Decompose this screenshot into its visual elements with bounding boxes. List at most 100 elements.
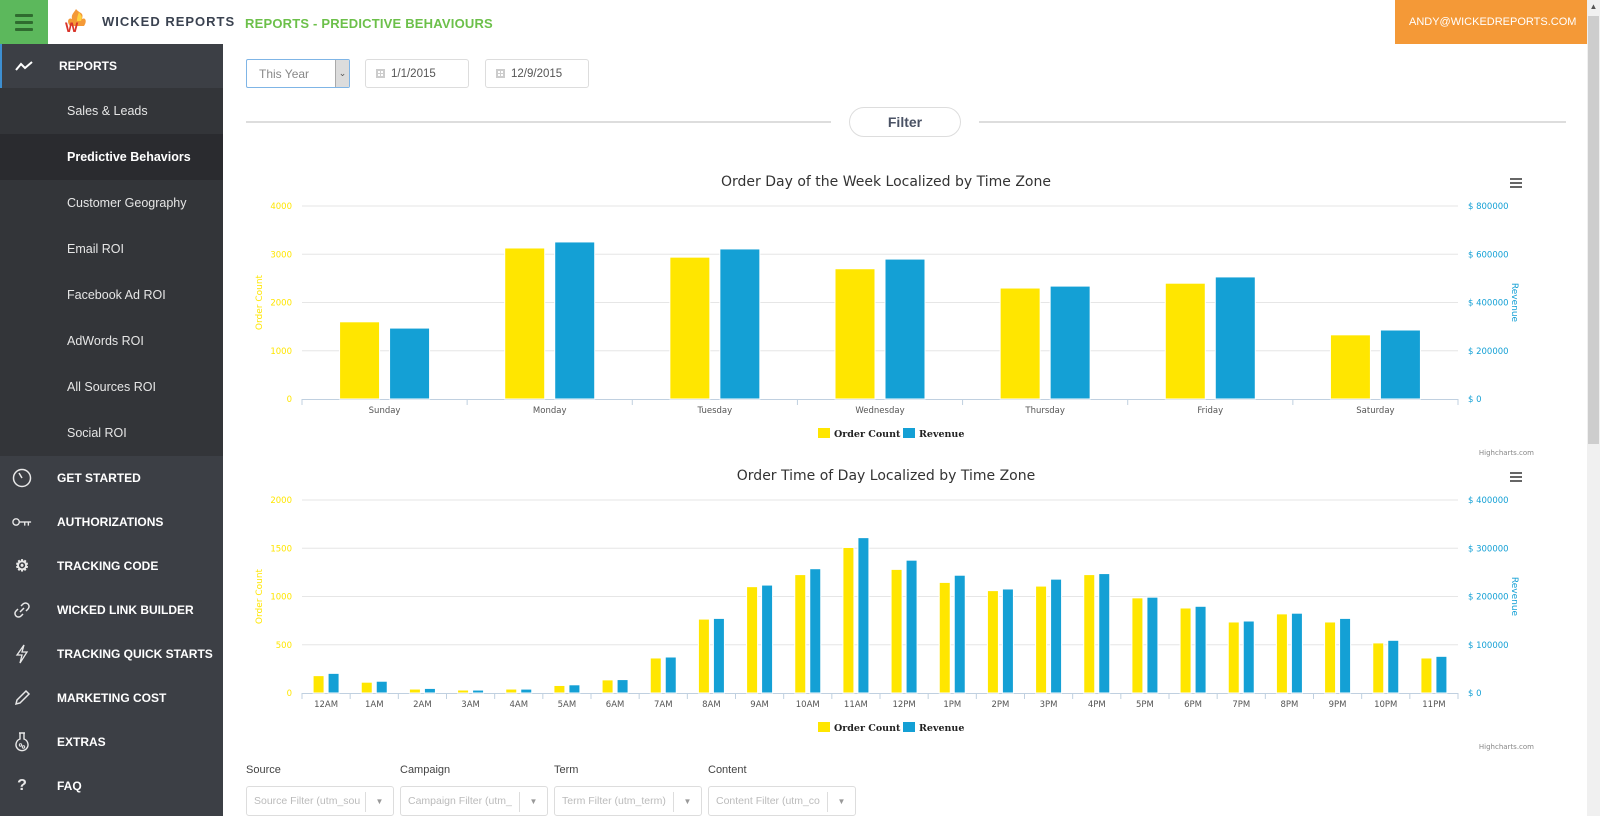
bar-order-count xyxy=(1164,282,1206,400)
caret-down-icon[interactable]: ▼ xyxy=(519,792,547,812)
sidebar-item-authorizations[interactable]: AUTHORIZATIONS xyxy=(0,500,223,544)
hamburger-icon xyxy=(15,12,33,33)
x-tick-label: 11PM xyxy=(1422,700,1445,710)
bar-revenue xyxy=(327,672,340,694)
bar-revenue xyxy=(1290,612,1303,694)
x-tick-label: Tuesday xyxy=(697,406,733,416)
source-filter-label: Source xyxy=(246,764,281,776)
bar-revenue xyxy=(389,327,431,400)
sidebar-item-extras[interactable]: EXTRAS xyxy=(0,720,223,764)
start-date-input[interactable]: 1/1/2015 xyxy=(365,59,469,88)
top-bar: W WICKED REPORTS REPORTS - PREDICTIVE BE… xyxy=(0,0,1600,44)
period-select-value: This Year xyxy=(259,66,310,81)
x-tick-label: 10AM xyxy=(796,700,820,710)
logo[interactable]: W WICKED REPORTS xyxy=(62,8,235,34)
x-tick-label: 3PM xyxy=(1040,700,1058,710)
end-date-input[interactable]: 12/9/2015 xyxy=(485,59,589,88)
bar-order-count xyxy=(986,590,999,694)
speedometer-icon xyxy=(12,468,32,488)
content-filter-placeholder: Content Filter (utm_co xyxy=(716,795,820,807)
bar-order-count xyxy=(457,689,470,694)
bar-revenue xyxy=(375,680,388,694)
x-tick-label: 5AM xyxy=(558,700,577,710)
sidebar-item-tracking-code[interactable]: ⚙ TRACKING CODE xyxy=(0,544,223,588)
scroll-up-arrow-icon[interactable]: ▲ xyxy=(1587,0,1600,14)
bar-revenue xyxy=(520,688,533,694)
sidebar-item-reports[interactable]: REPORTS xyxy=(0,44,223,88)
sidebar-subitem-facebook-ad-roi[interactable]: Facebook Ad ROI xyxy=(0,272,223,318)
key-icon xyxy=(12,512,32,532)
y-right-tick-label: $ 100000 xyxy=(1468,641,1509,651)
menu-toggle-button[interactable] xyxy=(0,0,48,44)
y-tick-label: 2000 xyxy=(270,496,292,506)
divider xyxy=(979,121,1566,123)
page-title: REPORTS - PREDICTIVE BEHAVIOURS xyxy=(245,16,493,31)
line-chart-icon xyxy=(14,56,34,76)
user-email: ANDY@WICKEDREPORTS.COM xyxy=(1409,16,1577,28)
x-tick-label: 12AM xyxy=(314,700,338,710)
sidebar-subitem-adwords-roi[interactable]: AdWords ROI xyxy=(0,318,223,364)
bar-revenue xyxy=(1387,639,1400,694)
source-filter-input[interactable]: Source Filter (utm_sou ▼ xyxy=(246,786,394,816)
bar-order-count xyxy=(339,321,381,400)
bar-order-count xyxy=(834,268,876,400)
wicked-logo-icon: W xyxy=(65,9,86,34)
x-tick-label: Thursday xyxy=(1024,406,1065,416)
x-tick-label: 9PM xyxy=(1329,700,1347,710)
y-right-tick-label: $ 400000 xyxy=(1468,496,1509,506)
flask-icon xyxy=(12,732,32,752)
sidebar-item-label: AUTHORIZATIONS xyxy=(57,515,164,529)
bar-order-count xyxy=(505,688,518,694)
sidebar-subitem-social-roi[interactable]: Social ROI xyxy=(0,410,223,456)
sidebar-item-marketing-cost[interactable]: MARKETING COST xyxy=(0,676,223,720)
sidebar-subitem-customer-geography[interactable]: Customer Geography xyxy=(0,180,223,226)
y-right-axis-title: Revenue xyxy=(1509,283,1519,323)
svg-text:W: W xyxy=(65,19,79,34)
term-filter: Term Term Filter (utm_term) ▼ xyxy=(554,764,702,816)
chart-time-of-day: Order Time of Day Localized by Time Zone… xyxy=(246,462,1566,762)
chart-menu-icon[interactable] xyxy=(1510,178,1522,188)
caret-down-icon[interactable]: ▼ xyxy=(827,792,855,812)
y-tick-label: 0 xyxy=(287,395,292,405)
caret-down-icon[interactable]: ▼ xyxy=(365,792,393,812)
filter-button[interactable]: Filter xyxy=(849,107,961,137)
sidebar-item-label: WICKED LINK BUILDER xyxy=(57,603,194,617)
legend-swatch-revenue xyxy=(903,428,915,438)
bar-revenue xyxy=(1146,596,1159,694)
y-right-tick-label: $ 0 xyxy=(1468,395,1482,405)
campaign-filter: Campaign Campaign Filter (utm_ ▼ xyxy=(400,764,548,816)
sidebar-subitem-email-roi[interactable]: Email ROI xyxy=(0,226,223,272)
term-filter-input[interactable]: Term Filter (utm_term) ▼ xyxy=(554,786,702,816)
bar-revenue xyxy=(1435,655,1448,694)
x-tick-label: 4PM xyxy=(1088,700,1106,710)
y-right-tick-label: $ 0 xyxy=(1468,689,1482,699)
user-menu-button[interactable]: ANDY@WICKEDREPORTS.COM ⌄ xyxy=(1395,0,1595,44)
start-date-value: 1/1/2015 xyxy=(391,67,436,80)
y-tick-label: 1000 xyxy=(270,593,292,603)
sidebar-item-wicked-link-builder[interactable]: WICKED LINK BUILDER xyxy=(0,588,223,632)
sidebar-subitem-all-sources-roi[interactable]: All Sources ROI xyxy=(0,364,223,410)
page-scrollbar[interactable]: ▲ xyxy=(1587,0,1600,816)
sidebar-item-faq[interactable]: ? FAQ xyxy=(0,764,223,808)
sidebar-item-get-started[interactable]: GET STARTED xyxy=(0,456,223,500)
chevron-down-icon: ⌄ xyxy=(335,60,349,87)
bar-order-count xyxy=(938,581,951,694)
sidebar-subitem-sales-leads[interactable]: Sales & Leads xyxy=(0,88,223,134)
sidebar-item-tracking-quick-starts[interactable]: TRACKING QUICK STARTS xyxy=(0,632,223,676)
y-tick-label: 2000 xyxy=(270,299,292,309)
caret-down-icon[interactable]: ▼ xyxy=(673,792,701,812)
y-right-tick-label: $ 400000 xyxy=(1468,299,1509,309)
content-filter-label: Content xyxy=(708,764,747,776)
chart-title: Order Day of the Week Localized by Time … xyxy=(721,174,1051,190)
sidebar-subitem-predictive-behaviors[interactable]: Predictive Behaviors xyxy=(0,134,223,180)
x-tick-label: 9AM xyxy=(750,700,769,710)
x-tick-label: 11AM xyxy=(844,700,868,710)
chart-menu-icon[interactable] xyxy=(1510,472,1522,482)
bar-revenue xyxy=(884,258,926,400)
period-select[interactable]: This Year ⌄ xyxy=(246,59,350,88)
x-tick-label: 8AM xyxy=(702,700,721,710)
content-filter-input[interactable]: Content Filter (utm_co ▼ xyxy=(708,786,856,816)
scrollbar-thumb[interactable] xyxy=(1588,16,1599,444)
campaign-filter-input[interactable]: Campaign Filter (utm_ ▼ xyxy=(400,786,548,816)
x-tick-label: 8PM xyxy=(1280,700,1298,710)
